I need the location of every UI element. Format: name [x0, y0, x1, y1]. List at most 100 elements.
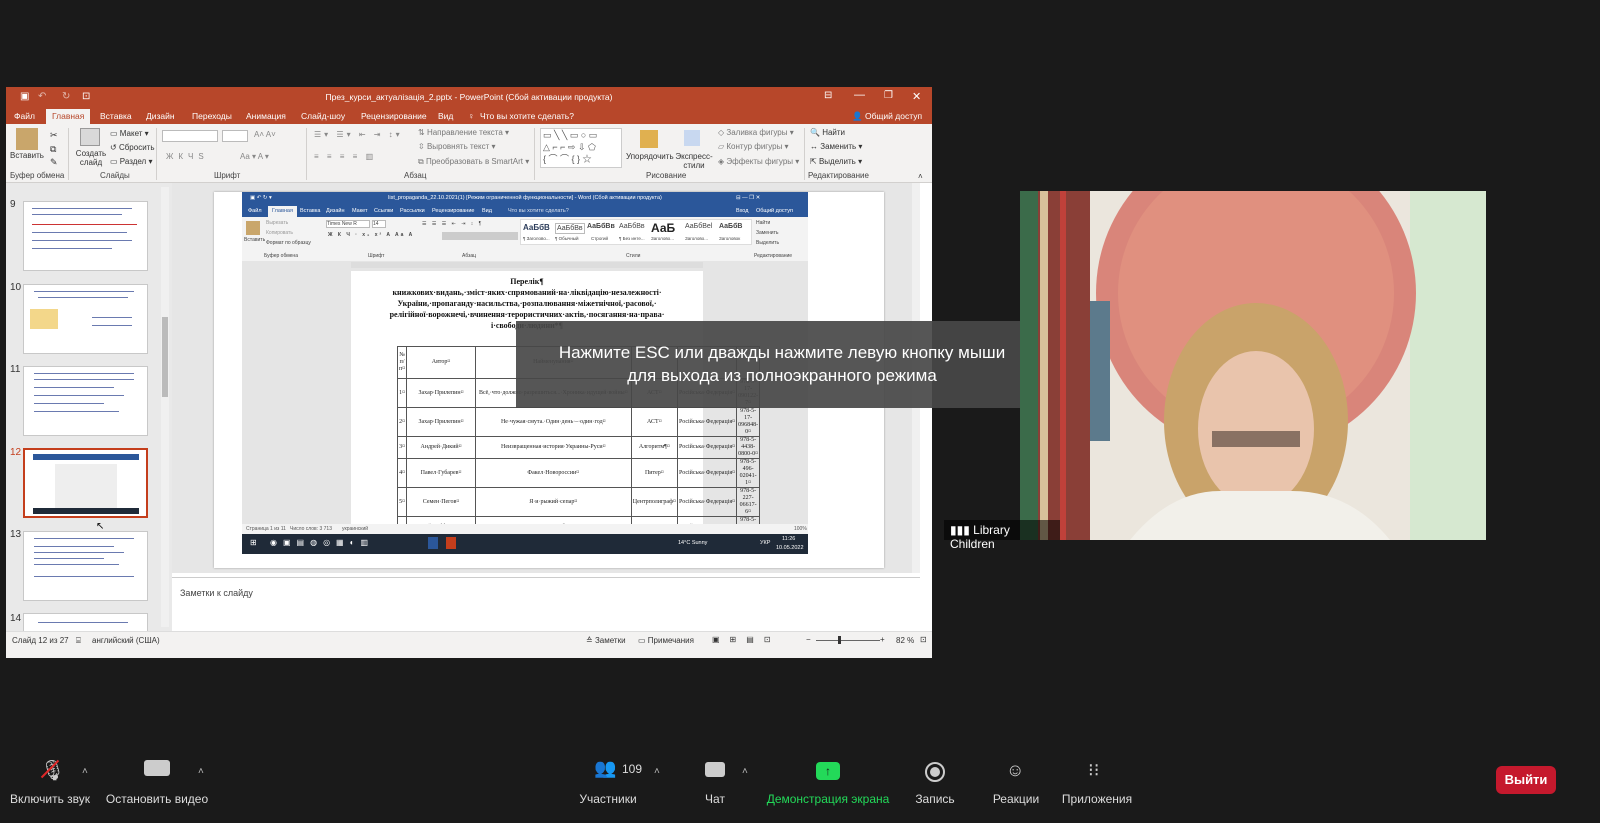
shapes-gallery[interactable]: ▭ ╲ ╲ ▭ ○ ▭ △ ⌐ ⌐ ⇨ ⇩ ⬠{ ⌒ ⌒ { } ☆ — [540, 128, 622, 168]
share-screen-button[interactable]: ↑ Демонстрация экрана — [767, 752, 889, 812]
cut-icon[interactable]: ✂ — [50, 130, 58, 141]
slide-thumb-9[interactable] — [23, 201, 148, 271]
spellcheck-icon[interactable]: ⌸ — [76, 636, 81, 646]
stop-video-button[interactable]: Остановить видео — [104, 752, 210, 812]
replace-button[interactable]: ↔ Заменить ▾ — [810, 142, 862, 151]
slide-thumb-12[interactable] — [23, 448, 148, 518]
slide-thumb-14[interactable] — [23, 613, 148, 633]
smartart-button[interactable]: ⧉ Преобразовать в SmartArt ▾ — [418, 157, 529, 167]
new-slide-label[interactable]: Создать слайд — [73, 149, 109, 167]
share-screen-label: Демонстрация экрана — [766, 792, 890, 806]
tab-transitions[interactable]: Переходы — [192, 111, 232, 121]
mute-button[interactable]: 🎙 Включить звук — [4, 752, 96, 812]
word-ribbon-tabs: Файл Главная Вставка Дизайн Макет Ссылки… — [242, 206, 808, 217]
list-icons[interactable]: ☰▾ ☰▾ ⇤ ⇥ ↕▾ — [314, 130, 403, 139]
doc-col-header: Автор¤ — [406, 346, 476, 379]
minimize-icon[interactable]: — — [854, 89, 865, 101]
fit-to-window-icon[interactable]: ⊡ — [920, 635, 927, 644]
shape-fill-button[interactable]: ◇ Заливка фигуры ▾ — [718, 128, 794, 137]
find-button[interactable]: 🔍 Найти — [810, 128, 845, 137]
zoom-out-icon[interactable]: − — [806, 635, 811, 644]
shape-outline-button[interactable]: ▱ Контур фигуры ▾ — [718, 142, 789, 151]
slide-thumb-10[interactable] — [23, 284, 148, 354]
tab-animations[interactable]: Анимация — [246, 111, 286, 121]
record-label: Запись — [915, 792, 955, 806]
tab-home[interactable]: Главная — [46, 109, 91, 124]
close-icon[interactable]: ✕ — [912, 90, 921, 103]
zoom-slider[interactable] — [816, 640, 880, 641]
tab-review[interactable]: Рецензирование — [361, 111, 427, 121]
font-name-field[interactable] — [162, 130, 218, 142]
participants-button[interactable]: 👥 109 Участники — [576, 752, 642, 812]
slide-thumb-11[interactable] — [23, 366, 148, 436]
smiley-plus-icon: ☺ — [1006, 760, 1025, 780]
layout-button[interactable]: ▭ Макет ▾ — [110, 129, 149, 138]
leave-meeting-button[interactable]: Выйти — [1496, 766, 1556, 794]
slide-counter: Слайд 12 из 27 — [12, 636, 69, 645]
font-size-field[interactable] — [222, 130, 248, 142]
font-format-icons[interactable]: ЖКЧS — [166, 152, 209, 161]
shape-fill-label: Заливка фигуры — [726, 128, 788, 137]
paste-icon[interactable] — [16, 128, 38, 150]
word-window-controls: ⊟ — ❐ ✕ — [736, 195, 761, 201]
participants-icon: 👥 — [594, 758, 617, 778]
word-tab-home: Главная — [268, 206, 297, 217]
reactions-button[interactable]: ☺ Реакции — [988, 752, 1044, 812]
comments-toggle[interactable]: ▭ Примечания — [638, 636, 694, 645]
thumbnail-scrollbar[interactable] — [161, 187, 169, 627]
section-button[interactable]: ▭ Раздел ▾ — [110, 157, 152, 166]
reset-button[interactable]: ↺ Сбросить — [110, 143, 155, 152]
font-color-icon[interactable]: Aa ▾ A ▾ — [240, 152, 269, 161]
notes-pane[interactable]: Заметки к слайду — [172, 577, 920, 633]
doc-table-cell: Російська·Федерація¤ — [676, 458, 738, 488]
doc-table-cell: Павел·Губарев¤ — [406, 458, 476, 488]
shape-effects-button[interactable]: ◈ Эффекты фигуры ▾ — [718, 157, 799, 166]
arrange-label[interactable]: Упорядочить — [626, 152, 676, 161]
share-button[interactable]: 👤 Общий доступ — [852, 111, 922, 122]
tab-file[interactable]: Файл — [14, 111, 35, 121]
align-text-button[interactable]: ⇳ Выровнять текст ▾ — [418, 142, 496, 151]
select-button[interactable]: ⇱ Выделить ▾ — [810, 157, 862, 166]
zoom-level[interactable]: 82 % — [896, 636, 914, 645]
format-painter-icon[interactable]: ✎ — [50, 157, 58, 168]
zoom-slider-thumb[interactable] — [838, 636, 841, 644]
new-slide-icon[interactable] — [80, 128, 100, 146]
replace-label: Заменить — [820, 142, 857, 151]
slide-thumb-13[interactable] — [23, 531, 148, 601]
fullscreen-hint-line2: для выхода из полноэкранного режима — [627, 366, 937, 385]
participant-video[interactable] — [1020, 191, 1486, 540]
chat-button[interactable]: Чат — [690, 752, 740, 812]
quick-styles-icon[interactable] — [684, 130, 700, 146]
record-button[interactable]: Запись — [912, 752, 958, 812]
zoom-in-icon[interactable]: + — [880, 635, 885, 644]
paste-label[interactable]: Вставить — [10, 151, 44, 160]
tab-view[interactable]: Вид — [438, 111, 453, 121]
audio-options-chevron-icon[interactable]: ˄ — [82, 766, 88, 777]
language-status[interactable]: английский (США) — [92, 636, 160, 645]
tab-insert[interactable]: Вставка — [100, 111, 132, 121]
quick-styles-label[interactable]: Экспресс-стили — [674, 152, 714, 170]
word-style-name: ¶ Обычный — [555, 236, 579, 241]
doc-table-cell: Російська·Федерація¤ — [676, 407, 738, 437]
apps-button[interactable]: ⁝⁝ Приложения — [1062, 752, 1132, 812]
participants-options-chevron-icon[interactable]: ˄ — [654, 766, 660, 777]
tell-me-search[interactable]: Что вы хотите сделать? — [480, 111, 574, 121]
view-buttons[interactable]: ▣⊞▤⊡ — [712, 635, 781, 644]
text-direction-button[interactable]: ⇅ Направление текста ▾ — [418, 128, 509, 137]
arrange-icon[interactable] — [640, 130, 658, 148]
notes-toggle[interactable]: ≙ Заметки — [586, 636, 626, 645]
copy-icon[interactable]: ⧉ — [50, 144, 56, 155]
ribbon-display-icon[interactable]: ⊟ — [824, 90, 832, 101]
restore-icon[interactable]: ❐ — [884, 90, 893, 101]
video-options-chevron-icon[interactable]: ˄ — [198, 766, 204, 777]
word-ruler — [351, 262, 703, 268]
doc-table-cell: Не·чужая·смута.·Один·день·–·один·год¤ — [474, 407, 632, 437]
collapse-ribbon-icon[interactable]: ˄ — [918, 172, 923, 181]
font-grow-icon[interactable]: A˄ A˅ — [254, 130, 276, 139]
tab-slideshow[interactable]: Слайд-шоу — [301, 111, 345, 121]
record-dot-icon — [930, 767, 940, 777]
chat-options-chevron-icon[interactable]: ˄ — [742, 766, 748, 777]
tab-design[interactable]: Дизайн — [146, 111, 175, 121]
align-icons[interactable]: ≡ ≡ ≡ ≡ ▥ — [314, 152, 376, 161]
word-word-count: Число слов: 3 713 — [290, 526, 332, 532]
